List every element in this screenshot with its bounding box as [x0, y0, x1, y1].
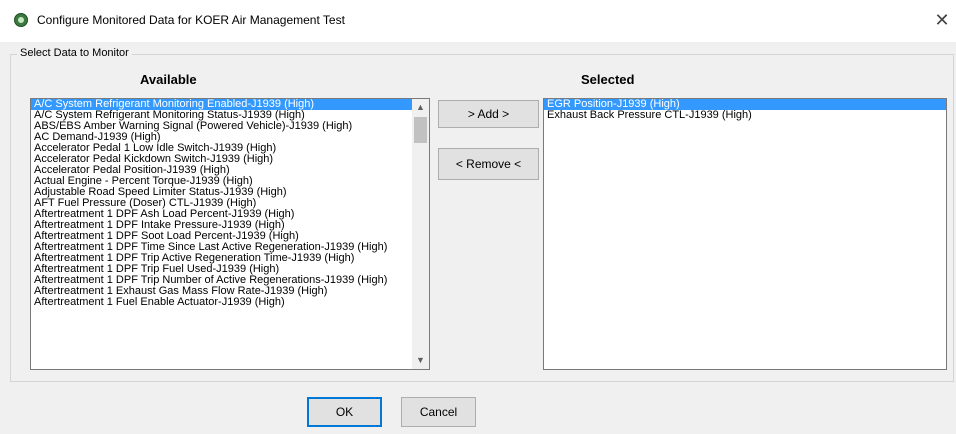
list-item[interactable]: AC Demand-J1939 (High)	[31, 132, 429, 143]
list-item[interactable]: Adjustable Road Speed Limiter Status-J19…	[31, 187, 429, 198]
scroll-down-icon[interactable]: ▼	[412, 352, 429, 369]
list-item[interactable]: A/C System Refrigerant Monitoring Status…	[31, 110, 429, 121]
list-item[interactable]: Aftertreatment 1 DPF Trip Fuel Used-J193…	[31, 264, 429, 275]
add-button[interactable]: > Add >	[438, 100, 539, 128]
list-item[interactable]: Aftertreatment 1 DPF Trip Number of Acti…	[31, 275, 429, 286]
list-item[interactable]: Accelerator Pedal Position-J1939 (High)	[31, 165, 429, 176]
list-item[interactable]: ABS/EBS Amber Warning Signal (Powered Ve…	[31, 121, 429, 132]
list-item[interactable]: Aftertreatment 1 DPF Intake Pressure-J19…	[31, 220, 429, 231]
list-item[interactable]: AFT Fuel Pressure (Doser) CTL-J1939 (Hig…	[31, 198, 429, 209]
selected-header: Selected	[581, 72, 635, 87]
list-item[interactable]: Aftertreatment 1 DPF Trip Active Regener…	[31, 253, 429, 264]
scroll-thumb[interactable]	[414, 117, 427, 143]
list-item[interactable]: EGR Position-J1939 (High)	[544, 99, 946, 110]
selected-listbox[interactable]: EGR Position-J1939 (High) Exhaust Back Pr…	[543, 98, 947, 370]
list-item[interactable]: Aftertreatment 1 DPF Soot Load Percent-J…	[31, 231, 429, 242]
list-item[interactable]: Exhaust Back Pressure CTL-J1939 (High)	[544, 110, 946, 121]
list-item[interactable]: Aftertreatment 1 Fuel Enable Actuator-J1…	[31, 297, 429, 308]
list-item[interactable]: Accelerator Pedal 1 Low Idle Switch-J193…	[31, 143, 429, 154]
remove-button[interactable]: < Remove <	[438, 148, 539, 180]
window-title: Configure Monitored Data for KOER Air Ma…	[37, 13, 345, 27]
list-item[interactable]: Accelerator Pedal Kickdown Switch-J1939 …	[31, 154, 429, 165]
app-icon	[14, 13, 28, 27]
cancel-button[interactable]: Cancel	[401, 397, 476, 427]
list-item[interactable]: Aftertreatment 1 DPF Time Since Last Act…	[31, 242, 429, 253]
list-item[interactable]: Actual Engine - Percent Torque-J1939 (Hi…	[31, 176, 429, 187]
available-header: Available	[140, 72, 197, 87]
list-item[interactable]: Aftertreatment 1 DPF Ash Load Percent-J1…	[31, 209, 429, 220]
group-label: Select Data to Monitor	[17, 47, 132, 59]
available-listbox[interactable]: A/C System Refrigerant Monitoring Enable…	[30, 98, 430, 370]
scroll-up-icon[interactable]: ▲	[412, 99, 429, 116]
title-bar: Configure Monitored Data for KOER Air Ma…	[0, 0, 956, 42]
list-item[interactable]: A/C System Refrigerant Monitoring Enable…	[31, 99, 429, 110]
close-icon[interactable]: ✕	[928, 0, 956, 42]
ok-button[interactable]: OK	[307, 397, 382, 427]
scrollbar[interactable]: ▲ ▼	[412, 99, 429, 369]
list-item[interactable]: Aftertreatment 1 Exhaust Gas Mass Flow R…	[31, 286, 429, 297]
